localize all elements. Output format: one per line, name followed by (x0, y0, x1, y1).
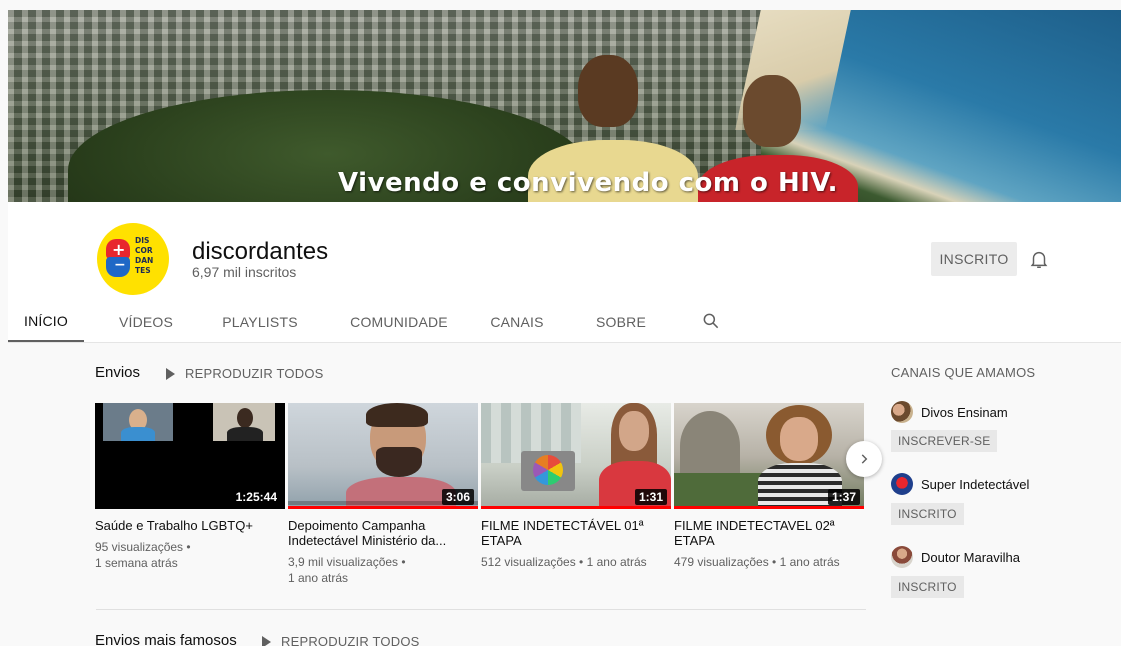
watch-progress-bar (481, 506, 671, 509)
call-participant-tile (103, 403, 173, 441)
featured-channel[interactable]: Super Indetectável (891, 473, 1029, 495)
subscribe-button[interactable]: INSCRITO (931, 242, 1017, 276)
video-card[interactable]: 1:37 FILME INDETECTAVEL 02ª ETAPA 479 vi… (674, 403, 864, 570)
video-card[interactable]: 1:25:44 Saúde e Trabalho LGBTQ+ 95 visua… (95, 403, 285, 571)
tab-videos[interactable]: VÍDEOS (104, 302, 188, 342)
section-divider (96, 609, 866, 610)
featured-channel-name: Divos Ensinam (921, 404, 1008, 420)
video-title[interactable]: Saúde e Trabalho LGBTQ+ (95, 518, 285, 533)
youtube-channel-page: Vivendo e convivendo com o HIV. + − DIS C… (0, 0, 1121, 646)
video-meta: 479 visualizações • 1 ano atrás (674, 555, 840, 569)
subscribed-button[interactable]: INSCRITO (891, 576, 964, 598)
notification-bell-icon[interactable] (1028, 248, 1050, 270)
featured-channel-name: Super Indetectável (921, 476, 1030, 492)
channel-avatar (891, 546, 913, 568)
tab-comunidade[interactable]: COMUNIDADE (344, 302, 454, 342)
video-title[interactable]: FILME INDETECTAVEL 02ª ETAPA (674, 518, 864, 548)
play-all-label: REPRODUZIR TODOS (185, 366, 324, 381)
subscribed-button[interactable]: INSCRITO (891, 503, 964, 525)
video-thumbnail[interactable]: 1:31 (481, 403, 671, 509)
video-thumbnail[interactable]: 1:37 (674, 403, 864, 509)
video-card[interactable]: 1:31 FILME INDETECTÁVEL 01ª ETAPA 512 vi… (481, 403, 671, 570)
featured-channel-name: Doutor Maravilha (921, 549, 1020, 565)
search-icon[interactable] (701, 311, 723, 333)
logo-text: DIS COR DAN TES (135, 236, 154, 275)
video-meta: 3,9 mil visualizações • 1 ano atrás (288, 555, 406, 585)
carousel-next-button[interactable] (846, 441, 882, 477)
channel-avatar[interactable]: + − DIS COR DAN TES (97, 223, 169, 295)
channel-content: Envios REPRODUZIR TODOS 1:25:44 Saúde e … (8, 342, 1121, 646)
chevron-right-icon (861, 454, 868, 464)
channel-name: discordantes (192, 238, 329, 265)
tab-inicio[interactable]: INÍCIO (8, 302, 84, 342)
channel-banner: Vivendo e convivendo com o HIV. (8, 10, 1121, 202)
video-duration: 1:31 (634, 489, 667, 505)
play-icon (262, 635, 271, 646)
featured-channels-title: CANAIS QUE AMAMOS (891, 365, 1036, 380)
featured-channel[interactable]: Divos Ensinam (891, 401, 1008, 423)
banner-tagline: Vivendo e convivendo com o HIV. (338, 168, 839, 198)
video-card[interactable]: 3:06 Depoimento Campanha Indetectável Mi… (288, 403, 478, 586)
tab-playlists[interactable]: PLAYLISTS (218, 302, 302, 342)
play-all-label: REPRODUZIR TODOS (281, 634, 420, 646)
subscribe-button[interactable]: INSCREVER-SE (891, 430, 998, 452)
watch-progress-bar (674, 506, 864, 509)
video-duration: 1:37 (827, 489, 860, 505)
popular-play-all-button[interactable]: REPRODUZIR TODOS (262, 634, 420, 646)
watch-progress-bar (288, 506, 478, 509)
channel-avatar (891, 473, 913, 495)
tab-canais[interactable]: CANAIS (484, 302, 550, 342)
popular-section-title: Envios mais famosos (95, 632, 237, 646)
video-duration: 1:25:44 (231, 489, 281, 505)
uploads-section-title: Envios (95, 364, 141, 381)
video-title[interactable]: FILME INDETECTÁVEL 01ª ETAPA (481, 518, 671, 548)
channel-avatar (891, 401, 913, 423)
play-icon (166, 367, 175, 380)
uploads-play-all-button[interactable]: REPRODUZIR TODOS (166, 366, 324, 381)
channel-header: + − DIS COR DAN TES discordantes 6,97 mil… (8, 202, 1121, 342)
video-title[interactable]: Depoimento Campanha Indetectável Ministé… (288, 518, 478, 548)
call-participant-tile (213, 403, 275, 441)
video-thumbnail[interactable]: 1:25:44 (95, 403, 285, 509)
featured-channel[interactable]: Doutor Maravilha (891, 546, 1020, 568)
tab-sobre[interactable]: SOBRE (588, 302, 654, 342)
video-meta: 95 visualizações • 1 semana atrás (95, 540, 191, 570)
channel-tabs: INÍCIO VÍDEOS PLAYLISTS COMUNIDADE CANAI… (8, 302, 1121, 342)
video-meta: 512 visualizações • 1 ano atrás (481, 555, 647, 569)
video-duration: 3:06 (441, 489, 474, 505)
subscriber-count: 6,97 mil inscritos (192, 264, 297, 280)
video-thumbnail[interactable]: 3:06 (288, 403, 478, 509)
logo-heart-icon: + − (106, 239, 130, 277)
